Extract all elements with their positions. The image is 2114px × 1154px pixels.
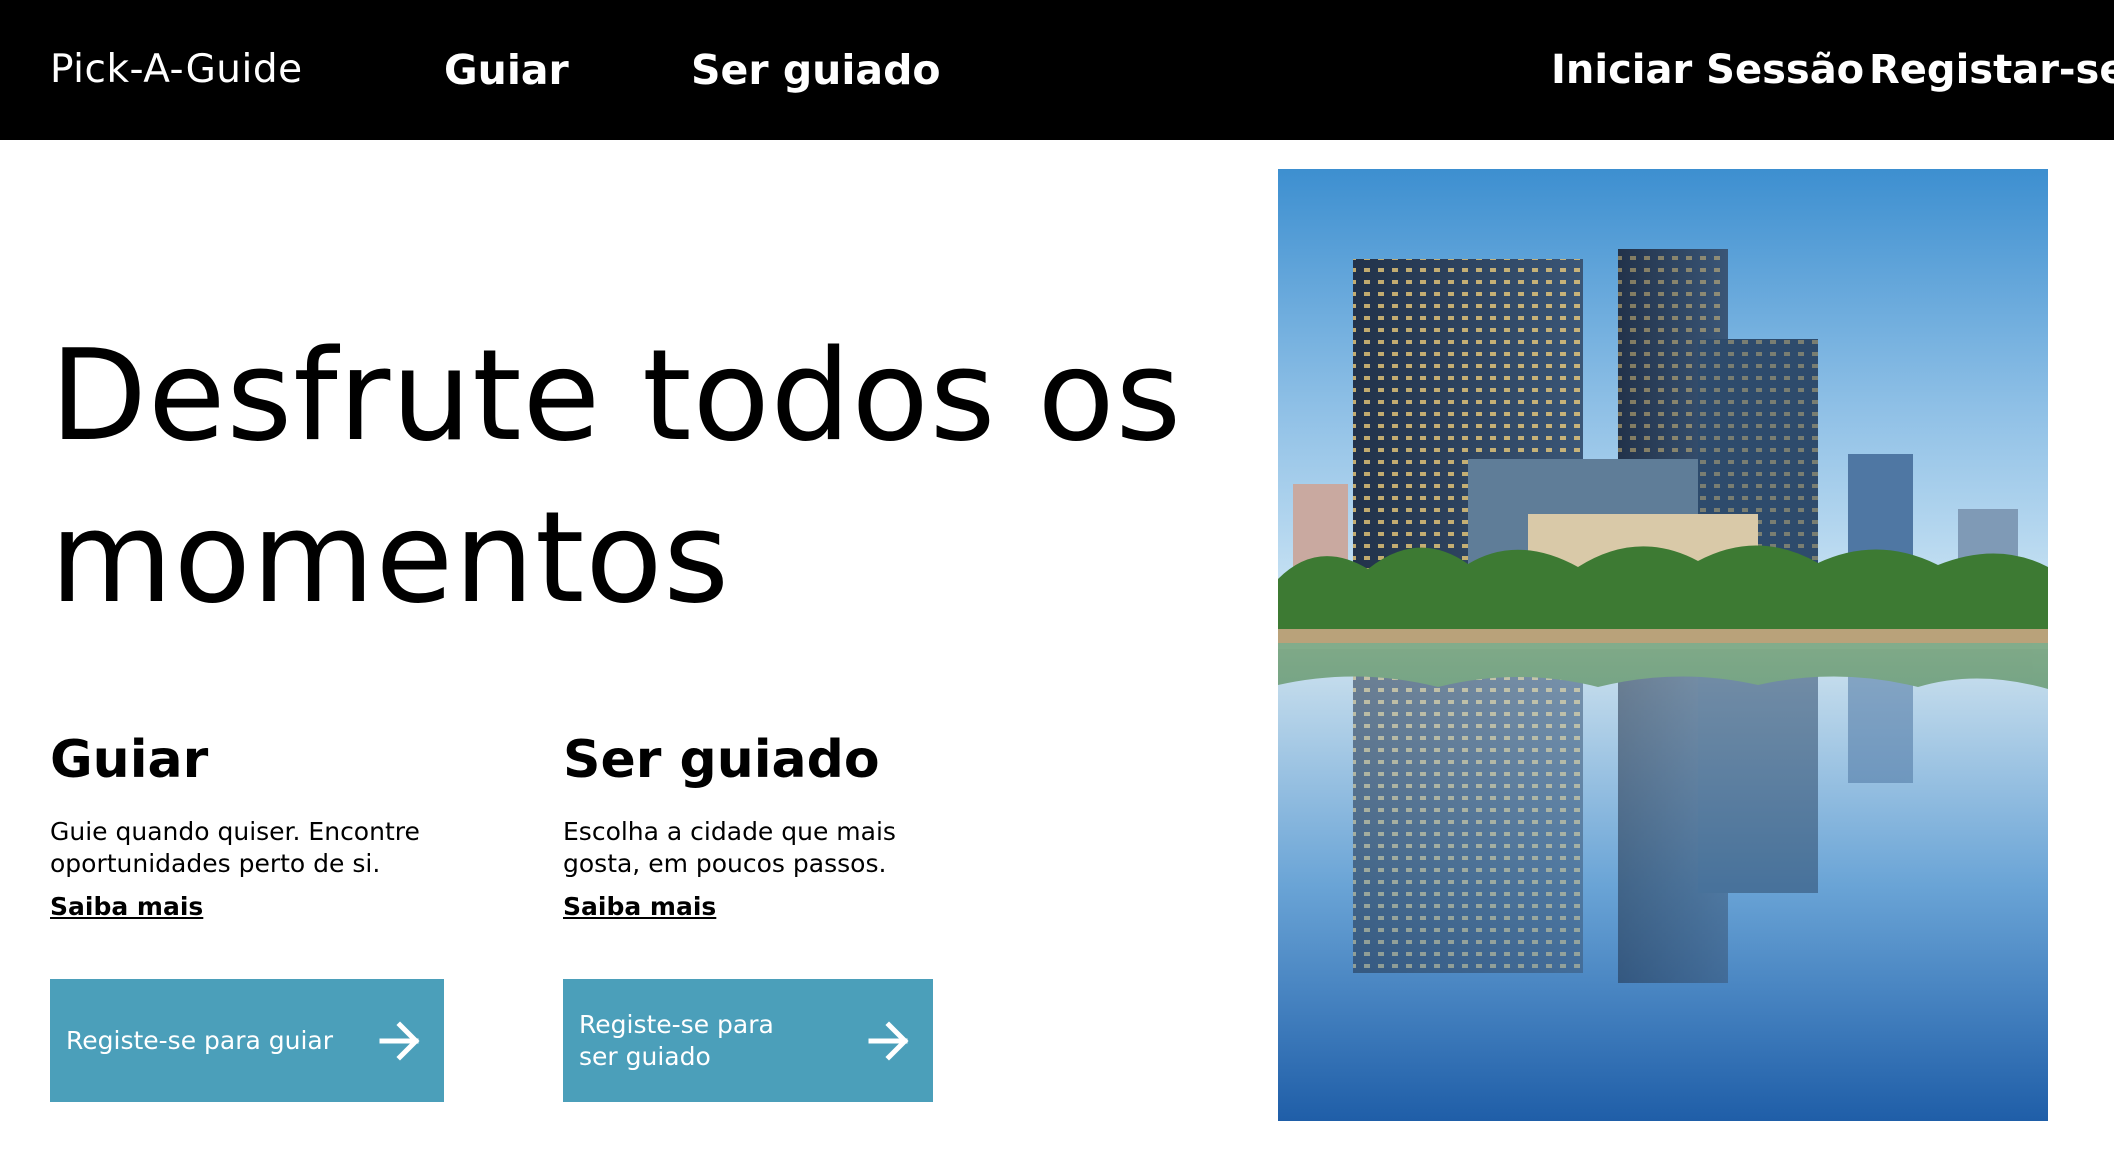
guiar-heading: Guiar	[50, 730, 209, 790]
register-to-guide-label: Registe-se para guiar	[66, 1025, 334, 1055]
ser-guiado-description: Escolha a cidade que mais gosta, em pouc…	[563, 817, 896, 878]
site-logo[interactable]: Pick-A-Guide	[50, 0, 303, 140]
guiar-section: Guiar Guie quando quiser. Encontre oport…	[50, 720, 530, 921]
register-to-guide-button[interactable]: Registe-se para guiar	[50, 979, 444, 1102]
guiar-description: Guie quando quiser. Encontre oportunidad…	[50, 817, 420, 878]
ser-guiado-heading: Ser guiado	[563, 730, 880, 790]
arrow-right-icon	[868, 1020, 909, 1061]
hero-title: Desfrute todos os momentos	[50, 322, 1183, 631]
register-to-be-guided-button[interactable]: Registe-se para ser guiado	[563, 979, 933, 1102]
ser-guiado-learn-more-link[interactable]: Saiba mais	[563, 892, 716, 921]
register-link[interactable]: Registar-se	[1869, 0, 2114, 140]
top-navigation-bar: Pick-A-Guide Guiar Ser guiado Iniciar Se…	[0, 0, 2114, 140]
city-skyline-photo	[1278, 169, 2048, 1121]
register-to-be-guided-label: Registe-se para ser guiado	[579, 1009, 774, 1071]
nav-link-ser-guiado[interactable]: Ser guiado	[691, 0, 941, 140]
guiar-learn-more-link[interactable]: Saiba mais	[50, 892, 203, 921]
login-link[interactable]: Iniciar Sessão	[1551, 0, 1864, 140]
nav-link-guiar[interactable]: Guiar	[444, 0, 569, 140]
arrow-right-icon	[379, 1020, 420, 1061]
ser-guiado-section: Ser guiado Escolha a cidade que mais gos…	[563, 720, 1043, 921]
